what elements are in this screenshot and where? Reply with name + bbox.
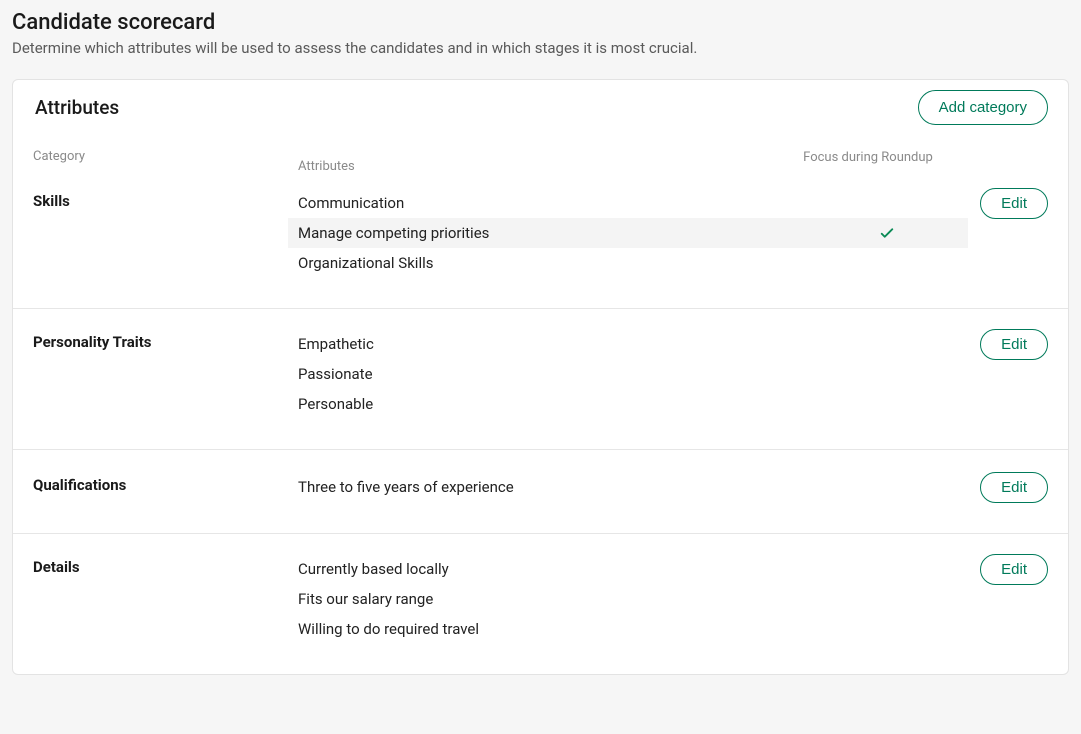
attribute-label: Communication	[298, 194, 838, 212]
attribute-row: Currently based locally	[298, 554, 958, 584]
edit-cell: Edit	[958, 188, 1048, 278]
category-section: QualificationsThree to five years of exp…	[13, 450, 1068, 534]
edit-category-button[interactable]: Edit	[980, 188, 1048, 219]
attribute-label: Organizational Skills	[298, 254, 838, 272]
attribute-label: Currently based locally	[298, 560, 838, 578]
attribute-label: Passionate	[298, 365, 838, 383]
column-header-focus: Focus during Roundup	[778, 149, 958, 168]
column-header-attributes: Attributes	[298, 149, 778, 174]
edit-category-button[interactable]: Edit	[980, 472, 1048, 503]
edit-category-button[interactable]: Edit	[980, 329, 1048, 360]
attribute-row: Willing to do required travel	[298, 614, 958, 644]
edit-cell: Edit	[958, 329, 1048, 419]
attribute-label: Empathetic	[298, 335, 838, 353]
category-section: DetailsCurrently based locally Fits our s…	[13, 534, 1068, 674]
category-section: Personality TraitsEmpathetic Passionate Pe…	[13, 309, 1068, 450]
add-category-button[interactable]: Add category	[918, 90, 1048, 125]
category-name: Personality Traits	[33, 329, 298, 419]
attribute-label: Manage competing priorities	[298, 224, 838, 242]
page-subtitle: Determine which attributes will be used …	[12, 39, 1069, 57]
attribute-row: Passionate	[298, 359, 958, 389]
attribute-row: Fits our salary range	[298, 584, 958, 614]
attributes-list: Empathetic Passionate Personable	[298, 329, 958, 419]
attributes-list: Communication Manage competing priorities…	[298, 188, 958, 278]
card-title: Attributes	[35, 96, 119, 119]
category-section: SkillsCommunication Manage competing prio…	[13, 184, 1068, 309]
category-name: Details	[33, 554, 298, 644]
attribute-row: Three to five years of experience	[298, 472, 958, 502]
attribute-row: Manage competing priorities	[288, 218, 968, 248]
attribute-label: Three to five years of experience	[298, 478, 838, 496]
attribute-label: Fits our salary range	[298, 590, 838, 608]
attributes-list: Currently based locally Fits our salary r…	[298, 554, 958, 644]
attributes-list: Three to five years of experience	[298, 472, 958, 503]
attribute-label: Personable	[298, 395, 838, 413]
attribute-row: Empathetic	[298, 329, 958, 359]
category-name: Skills	[33, 188, 298, 278]
focus-cell	[838, 224, 958, 242]
attribute-label: Willing to do required travel	[298, 620, 838, 638]
attribute-row: Organizational Skills	[298, 248, 958, 278]
edit-cell: Edit	[958, 554, 1048, 644]
edit-category-button[interactable]: Edit	[980, 554, 1048, 585]
attribute-row: Communication	[298, 188, 958, 218]
attribute-row: Personable	[298, 389, 958, 419]
column-header-category: Category	[33, 149, 298, 164]
page-title: Candidate scorecard	[12, 10, 1069, 35]
check-icon	[878, 224, 896, 242]
attributes-card: Attributes Add category Category Attribu…	[12, 79, 1069, 675]
edit-cell: Edit	[958, 472, 1048, 503]
category-name: Qualifications	[33, 472, 298, 503]
